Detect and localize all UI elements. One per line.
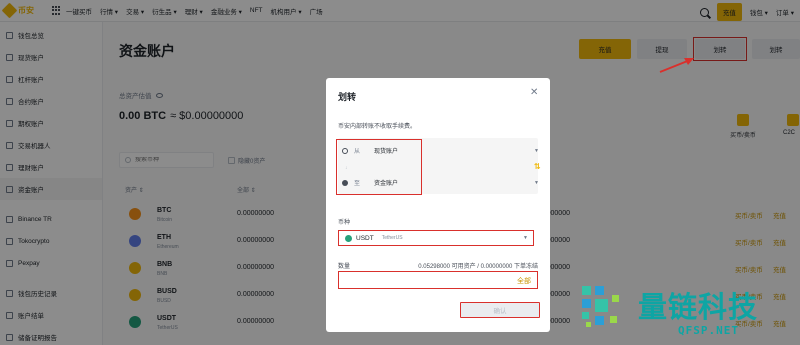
coin-name: TetherUS — [381, 235, 403, 241]
watermark-text: 量链科技 — [638, 290, 759, 324]
transfer-dialog: 划转 ✕ 币安内部转账不收取手续费。 从 现货账户 ▼ ↓ ⇅ 至 资金账户 ▼… — [326, 78, 550, 332]
dialog-title: 划转 — [338, 92, 357, 102]
chevron-down-icon: ▼ — [523, 235, 528, 241]
usdt-icon — [345, 234, 352, 242]
available-balance: 0.05298000 可用资产 / 0.00000000 下单冻结 — [418, 264, 538, 270]
max-button[interactable]: 全部 — [517, 276, 531, 286]
amount-field[interactable]: 全部 — [338, 271, 538, 289]
close-icon[interactable]: ✕ — [530, 88, 538, 98]
coin-symbol: USDT — [356, 234, 374, 242]
amount-label: 数量 — [338, 264, 351, 270]
fee-notice: 币安内部转账不收取手续费。 — [338, 124, 417, 130]
coin-label: 币种 — [338, 220, 351, 226]
chevron-down-icon[interactable]: ▼ — [534, 180, 539, 186]
watermark: 量链科技 QFSP.NET — [580, 284, 800, 345]
chevron-down-icon[interactable]: ▼ — [534, 148, 539, 154]
amount-input[interactable] — [343, 272, 513, 286]
coin-select[interactable]: USDT TetherUS ▼ — [338, 230, 534, 246]
watermark-logo-icon — [582, 286, 619, 327]
account-highlight-box — [336, 139, 422, 195]
watermark-domain: QFSP.NET — [678, 324, 739, 337]
swap-icon[interactable]: ⇅ — [534, 162, 541, 171]
confirm-button[interactable]: 确认 — [460, 302, 540, 318]
